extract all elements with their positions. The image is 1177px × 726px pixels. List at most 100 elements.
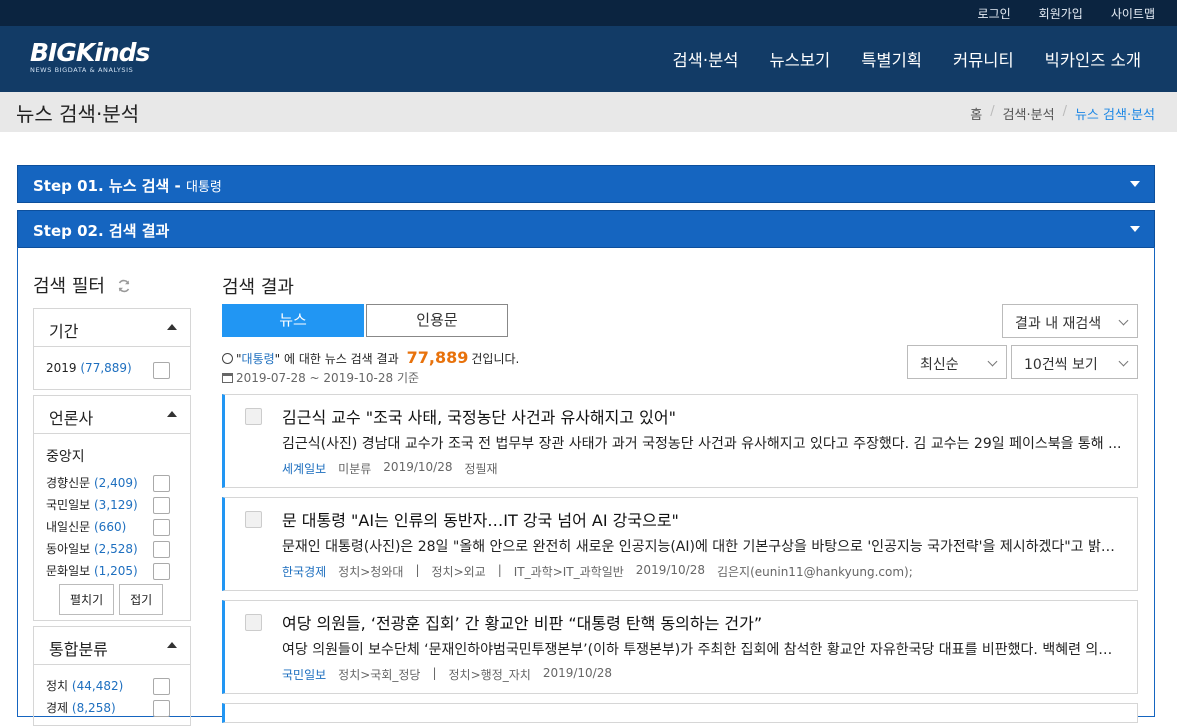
filter-item-name: 문화일보 xyxy=(46,564,91,578)
filter-checkbox[interactable] xyxy=(153,541,170,558)
news-body: 문재인 대통령(사진)은 28일 "올해 안으로 완전히 새로운 인공지능(AI… xyxy=(282,539,1122,555)
step1-header[interactable]: Step 01. 뉴스 검색 - 대통령 xyxy=(17,165,1155,203)
category-item[interactable]: 경제 (8,258) xyxy=(34,695,190,717)
filter-item-name: 국민일보 xyxy=(46,498,91,512)
chevron-down-icon xyxy=(1130,181,1140,187)
tab-news[interactable]: 뉴스 xyxy=(222,304,364,337)
top-utility-bar: 로그인 회원가입 사이트맵 xyxy=(0,0,1177,26)
news-category: 정치>행정_자치 xyxy=(448,668,531,682)
filter-checkbox[interactable] xyxy=(153,362,170,379)
summary-keyword: 대통령 xyxy=(241,352,275,366)
news-card[interactable] xyxy=(222,703,1138,723)
filter-item-text: 정치 (44,482) xyxy=(46,677,123,694)
filter-item-count: (2,528) xyxy=(94,542,138,556)
news-press[interactable]: 국민일보 xyxy=(282,666,326,683)
research-select[interactable]: 결과 내 재검색 xyxy=(1002,304,1138,338)
result-summary: "대통령" 에 대한 뉴스 검색 결과 77,889 건입니다. xyxy=(222,348,519,367)
filter-category-label: 통합분류 xyxy=(49,640,108,659)
sort-label: 최신순 xyxy=(920,357,959,373)
nav-news-view[interactable]: 뉴스보기 xyxy=(769,47,830,71)
bigkinds-logo[interactable]: BIGKinds NEWS BIGDATA & ANALYSIS xyxy=(30,38,160,82)
breadcrumb-search-analysis[interactable]: 검색·분석 xyxy=(1003,104,1055,123)
result-period: 2019-07-28 ~ 2019-10-28 기준 xyxy=(222,369,419,386)
refresh-icon[interactable] xyxy=(117,279,131,293)
filter-checkbox[interactable] xyxy=(153,519,170,536)
news-card[interactable]: 여당 의원들, ‘전광훈 집회’ 간 황교안 비판 “대통령 탄핵 동의하는 건… xyxy=(222,600,1138,694)
press-item[interactable]: 내일신문 (660) xyxy=(34,514,190,536)
chevron-down-icon xyxy=(1118,315,1129,326)
research-label: 결과 내 재검색 xyxy=(1015,316,1102,332)
filter-checkbox[interactable] xyxy=(153,700,170,717)
news-card[interactable]: 문 대통령 "AI는 인류의 동반자…IT 강국 넘어 AI 강국으로" 문재인… xyxy=(222,497,1138,591)
filter-title: 검색 필터 xyxy=(33,276,105,297)
news-title[interactable]: 여당 의원들, ‘전광훈 집회’ 간 황교안 비판 “대통령 탄핵 동의하는 건… xyxy=(282,610,762,634)
breadcrumb-current[interactable]: 뉴스 검색·분석 xyxy=(1075,104,1155,123)
filter-checkbox[interactable] xyxy=(153,475,170,492)
filter-item-name: 정치 xyxy=(46,679,69,693)
breadcrumb-home[interactable]: 홈 xyxy=(970,104,982,123)
filter-press-header[interactable]: 언론사 xyxy=(34,396,190,434)
news-meta: 세계일보 미분류 2019/10/28 정필재 xyxy=(282,460,498,477)
category-item[interactable]: 정치 (44,482) xyxy=(34,673,190,695)
news-category: 정치>청와대 xyxy=(338,565,404,579)
filter-period-item[interactable]: 2019 (77,889) xyxy=(34,357,190,379)
news-title[interactable]: 문 대통령 "AI는 인류의 동반자…IT 강국 넘어 AI 강국으로" xyxy=(282,507,679,531)
filter-item-count: (3,129) xyxy=(94,498,138,512)
news-card[interactable]: 김근식 교수 "조국 사태, 국정농단 사건과 유사해지고 있어" 김근식(사진… xyxy=(222,394,1138,488)
filter-item-text: 국민일보 (3,129) xyxy=(46,496,138,513)
step2-label: Step 02. 검색 결과 xyxy=(33,222,170,240)
filter-category-header[interactable]: 통합분류 xyxy=(34,627,190,665)
press-item[interactable]: 국민일보 (3,129) xyxy=(34,492,190,514)
calendar-icon xyxy=(222,373,233,383)
expand-button[interactable]: 펼치기 xyxy=(59,584,115,615)
nav-about[interactable]: 빅카인즈 소개 xyxy=(1045,47,1141,71)
sitemap-link[interactable]: 사이트맵 xyxy=(1111,5,1155,22)
meta-separator: | xyxy=(432,666,437,680)
press-item[interactable]: 경향신문 (2,409) xyxy=(34,470,190,492)
filter-item-text: 문화일보 (1,205) xyxy=(46,562,138,579)
sort-select[interactable]: 최신순 xyxy=(907,345,1007,379)
news-press[interactable]: 세계일보 xyxy=(282,460,326,477)
news-checkbox[interactable] xyxy=(245,511,262,528)
filter-item-text: 동아일보 (2,528) xyxy=(46,540,138,557)
news-press[interactable]: 한국경제 xyxy=(282,563,326,580)
filter-checkbox[interactable] xyxy=(153,497,170,514)
tab-quotes[interactable]: 인용문 xyxy=(366,304,508,337)
news-body: 김근식(사진) 경남대 교수가 조국 전 법무부 장관 사태가 과거 국정농단 … xyxy=(282,436,1122,452)
news-title[interactable]: 김근식 교수 "조국 사태, 국정농단 사건과 유사해지고 있어" xyxy=(282,404,676,428)
per-page-select[interactable]: 10건씩 보기 xyxy=(1011,345,1138,379)
page-title-bar: 뉴스 검색·분석 홈 / 검색·분석 / 뉴스 검색·분석 xyxy=(0,92,1177,132)
filter-checkbox[interactable] xyxy=(153,678,170,695)
join-link[interactable]: 회원가입 xyxy=(1039,5,1083,22)
news-date: 2019/10/28 xyxy=(635,563,705,577)
step1-label: Step 01. 뉴스 검색 - xyxy=(33,177,186,195)
press-item[interactable]: 동아일보 (2,528) xyxy=(34,536,190,558)
chevron-down-icon xyxy=(1130,226,1140,232)
nav-search-analysis[interactable]: 검색·분석 xyxy=(673,47,739,71)
collapse-button[interactable]: 접기 xyxy=(119,584,164,615)
nav-special[interactable]: 특별기획 xyxy=(861,47,922,71)
period-text: 2019-07-28 ~ 2019-10-28 기준 xyxy=(236,371,420,385)
filter-item-text: 경제 (8,258) xyxy=(46,699,116,716)
filter-category: 통합분류 정치 (44,482) 경제 (8,258) xyxy=(33,626,191,726)
step2-header[interactable]: Step 02. 검색 결과 xyxy=(17,210,1155,248)
filter-period-header[interactable]: 기간 xyxy=(34,309,190,347)
chevron-down-icon xyxy=(1118,356,1129,367)
filter-checkbox[interactable] xyxy=(153,563,170,580)
filter-press: 언론사 중앙지 경향신문 (2,409) 국민일보 (3,129) 내일신문 (… xyxy=(33,395,191,621)
main-header: BIGKinds NEWS BIGDATA & ANALYSIS 검색·분석 뉴… xyxy=(0,26,1177,92)
nav-community[interactable]: 커뮤니티 xyxy=(953,47,1014,71)
breadcrumb: 홈 / 검색·분석 / 뉴스 검색·분석 xyxy=(970,104,1155,123)
breadcrumb-separator: / xyxy=(1062,104,1067,119)
press-item[interactable]: 문화일보 (1,205) xyxy=(34,558,190,580)
news-category: IT_과학>IT_과학일반 xyxy=(513,565,624,579)
chevron-down-icon xyxy=(987,356,998,367)
login-link[interactable]: 로그인 xyxy=(978,5,1011,22)
filter-item-count: (8,258) xyxy=(71,701,116,715)
logo-text: BIGKinds xyxy=(30,38,150,67)
news-category: 정치>외교 xyxy=(431,565,486,579)
collapse-arrow-icon xyxy=(167,324,177,330)
news-checkbox[interactable] xyxy=(245,614,262,631)
news-checkbox[interactable] xyxy=(245,408,262,425)
collapse-arrow-icon xyxy=(167,411,177,417)
